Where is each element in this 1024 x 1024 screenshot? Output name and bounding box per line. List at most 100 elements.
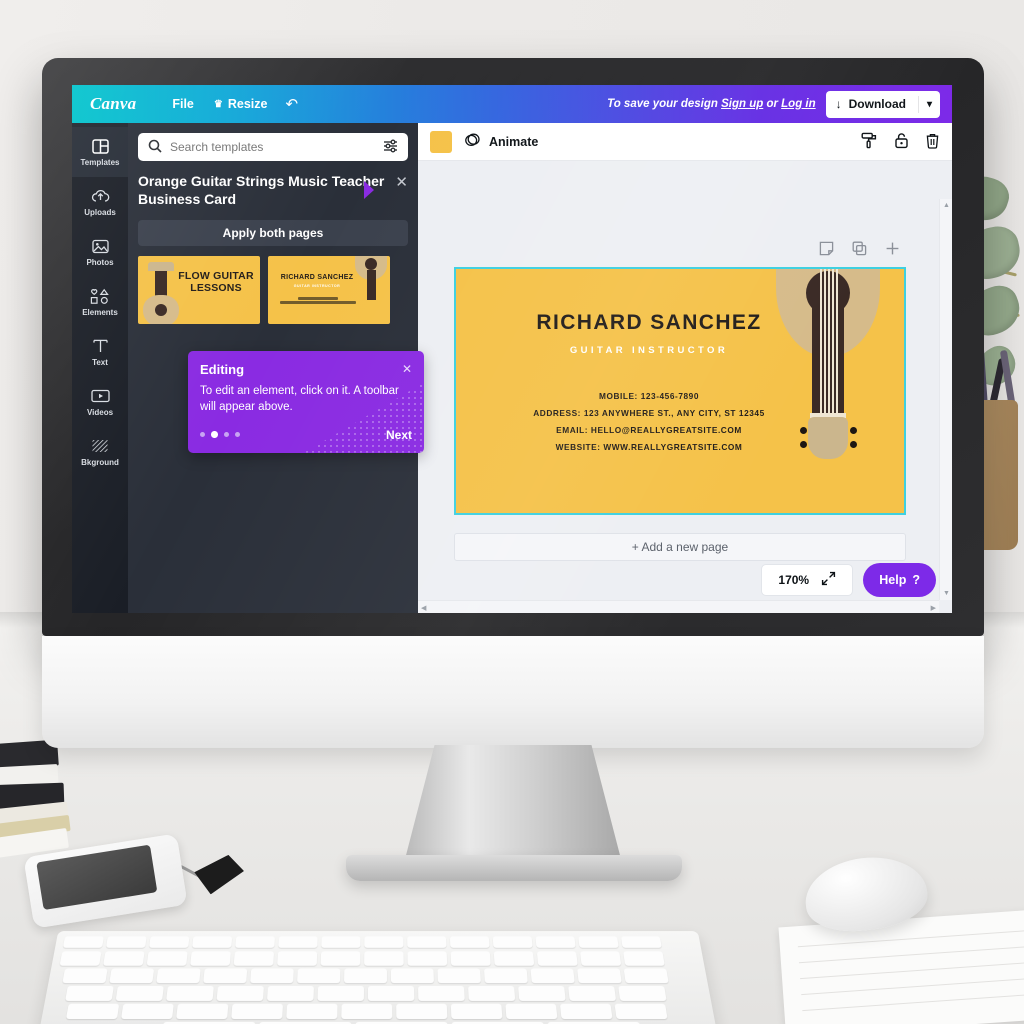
rail-item-uploads[interactable]: Uploads — [72, 177, 128, 227]
undo-icon[interactable]: ↶ — [277, 93, 306, 115]
canvas-area: Animate RICHARD SANCHEZ GUITAR INSTRUCTO… — [418, 123, 952, 613]
tooltip-next-button[interactable]: Next — [386, 428, 412, 442]
search-templates-box[interactable] — [138, 133, 408, 161]
keyboard-key — [317, 986, 364, 1001]
crown-icon: ♛ — [214, 99, 223, 110]
tooltip-body: To edit an element, click on it. A toolb… — [188, 377, 424, 416]
keyboard-key — [190, 951, 231, 965]
keyboard-key — [286, 1004, 337, 1019]
keyboard-key — [437, 968, 480, 983]
keyboard-key — [537, 951, 578, 965]
business-card-design[interactable]: RICHARD SANCHEZ GUITAR INSTRUCTOR MOBILE… — [456, 269, 904, 513]
color-swatch-button[interactable] — [430, 131, 452, 153]
keyboard-key — [121, 1004, 174, 1019]
keyboard-key — [192, 936, 232, 947]
keyboard-key — [451, 951, 491, 965]
onboarding-tooltip: Editing ✕ To edit an element, click on i… — [188, 351, 424, 453]
templates-panel: Orange Guitar Strings Music Teacher Busi… — [128, 123, 418, 613]
keyboard-key — [103, 951, 145, 965]
keyboard-key — [364, 951, 404, 965]
imac-stand-neck — [404, 745, 622, 863]
canva-logo[interactable]: Canva — [90, 94, 136, 114]
download-button[interactable]: ↓ Download ▾ — [826, 91, 940, 118]
filter-sliders-icon[interactable] — [383, 139, 398, 156]
rail-item-background[interactable]: Bkground — [72, 427, 128, 477]
keyboard-key — [580, 951, 621, 965]
keyboard-key — [451, 1004, 503, 1019]
paint-roller-icon[interactable] — [861, 132, 878, 152]
keyboard-key — [321, 936, 360, 947]
templates-icon — [92, 137, 109, 155]
search-icon — [148, 139, 162, 156]
canva-editor-window: Canva File ♛ Resize ↶ To save your desig… — [72, 85, 952, 613]
keyboard-key — [505, 1004, 557, 1019]
photo-icon — [92, 237, 109, 255]
keyboard-key — [624, 968, 669, 983]
keyboard-key — [156, 968, 200, 983]
keyboard-key — [250, 968, 294, 983]
keyboard-key — [578, 936, 619, 947]
card-contact-mobile: MOBILE: 123-456-7890 — [464, 391, 834, 401]
scroll-right-arrow[interactable]: ▶ — [931, 604, 936, 612]
keyboard-key — [560, 1004, 613, 1019]
step-dot[interactable] — [224, 432, 229, 437]
zoom-control[interactable]: 170% — [761, 564, 853, 596]
step-dot[interactable] — [200, 432, 205, 437]
shapes-icon — [90, 287, 110, 305]
keyboard-key — [217, 986, 264, 1001]
rail-item-templates[interactable]: Templates — [72, 127, 128, 177]
step-dot-active[interactable] — [211, 431, 218, 438]
keyboard-key — [267, 986, 314, 1001]
keyboard-key — [407, 936, 446, 947]
horizontal-scrollbar[interactable]: ◀ ▶ — [418, 600, 939, 613]
rail-label-background: Bkground — [81, 458, 119, 467]
save-prompt: To save your design Sign up or Log in — [607, 98, 816, 110]
business-card-selection[interactable]: RICHARD SANCHEZ GUITAR INSTRUCTOR MOBILE… — [454, 267, 906, 515]
menu-resize[interactable]: ♛ Resize — [204, 92, 278, 116]
add-page-plus-icon[interactable] — [885, 241, 900, 259]
keyboard-key — [60, 951, 102, 965]
scroll-down-arrow[interactable]: ▼ — [943, 590, 950, 597]
scroll-left-arrow[interactable]: ◀ — [421, 604, 426, 612]
vertical-scrollbar[interactable]: ▲ ▼ — [939, 199, 952, 600]
step-dot[interactable] — [235, 432, 240, 437]
thumbnail-page-1[interactable]: FLOW GUITAR LESSONS — [138, 256, 260, 324]
keyboard-key — [203, 968, 247, 983]
signup-link[interactable]: Sign up — [721, 98, 763, 110]
duplicate-page-icon[interactable] — [852, 241, 867, 259]
search-input[interactable] — [170, 140, 375, 154]
rail-label-templates: Templates — [81, 158, 120, 167]
rail-item-text[interactable]: Text — [72, 327, 128, 377]
text-icon — [92, 337, 109, 355]
scroll-up-arrow[interactable]: ▲ — [943, 202, 950, 209]
expand-fit-icon[interactable] — [821, 571, 836, 589]
keyboard-key — [494, 951, 535, 965]
close-icon[interactable]: ✕ — [395, 173, 408, 190]
thumbnail-page-2[interactable]: RICHARD SANCHEZ GUITAR INSTRUCTOR — [268, 256, 390, 324]
rail-item-videos[interactable]: Videos — [72, 377, 128, 427]
keyboard-key — [391, 968, 434, 983]
rail-item-photos[interactable]: Photos — [72, 227, 128, 277]
rail-label-photos: Photos — [86, 258, 113, 267]
help-button[interactable]: Help ? — [863, 563, 936, 597]
trash-icon[interactable] — [925, 132, 940, 152]
animate-button[interactable]: Animate — [464, 132, 538, 151]
close-icon[interactable]: ✕ — [402, 362, 412, 376]
keyboard-key — [468, 986, 515, 1001]
rail-label-videos: Videos — [87, 408, 113, 417]
add-new-page-button[interactable]: + Add a new page — [454, 533, 906, 561]
keyboard-key — [66, 1004, 119, 1019]
rail-item-elements[interactable]: Elements — [72, 277, 128, 327]
tooltip-pointer — [364, 181, 374, 199]
download-caret-button[interactable]: ▾ — [918, 96, 940, 113]
keyboard-key — [116, 986, 164, 1001]
apply-both-pages-button[interactable]: Apply both pages — [138, 220, 408, 246]
add-note-icon[interactable] — [819, 241, 834, 259]
menu-file[interactable]: File — [162, 92, 204, 116]
canvas-footer-controls: 170% Help ? — [761, 563, 936, 597]
video-icon — [91, 387, 110, 405]
thumbnail-2-headline: RICHARD SANCHEZ — [274, 274, 360, 281]
login-link[interactable]: Log in — [781, 98, 816, 110]
card-contacts: MOBILE: 123-456-7890 ADDRESS: 123 ANYWHE… — [464, 391, 834, 459]
lock-icon[interactable] — [894, 132, 909, 152]
